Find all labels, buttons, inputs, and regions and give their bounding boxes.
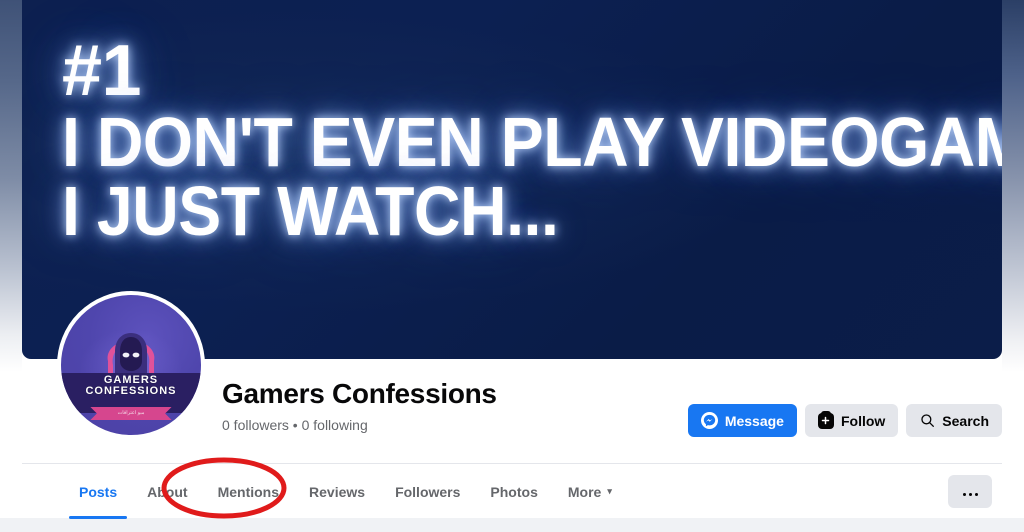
tab-more[interactable]: More ▾: [555, 464, 625, 519]
page-identity: Gamers Confessions 0 followers • 0 follo…: [222, 378, 497, 434]
tab-about[interactable]: About: [134, 464, 200, 519]
profile-picture[interactable]: GAMERS CONFESSIONS مبو اعترافات: [57, 291, 205, 439]
messenger-icon: [700, 412, 718, 429]
tab-more-label: More: [567, 483, 602, 500]
page-background-strip: [0, 518, 1024, 532]
search-icon: [919, 413, 935, 429]
page-title: Gamers Confessions: [222, 378, 497, 409]
follow-plus-icon: [817, 410, 834, 429]
chevron-down-icon: ▾: [607, 486, 612, 496]
left-gradient-strip: [0, 0, 22, 372]
tab-posts-label: Posts: [79, 483, 118, 500]
profile-logo-ribbon: مبو اعترافات: [90, 407, 172, 420]
tab-list: Posts About Mentions Reviews Followers P…: [66, 464, 629, 519]
message-button[interactable]: Message: [687, 404, 797, 437]
cover-text-line-1: #1: [62, 31, 142, 111]
facebook-page-screenshot: #1 I DON'T EVEN PLAY VIDEOGAMES, I JUST …: [0, 0, 1024, 532]
right-gradient-strip: [1002, 0, 1024, 372]
tab-photos-label: Photos: [490, 483, 538, 500]
cover-text-line-2: I DON'T EVEN PLAY VIDEOGAMES,: [62, 103, 1002, 182]
cover-photo-text: #1 I DON'T EVEN PLAY VIDEOGAMES, I JUST …: [62, 31, 1002, 250]
tab-followers[interactable]: Followers: [382, 464, 473, 519]
follow-button-label: Follow: [840, 412, 886, 429]
tab-followers-label: Followers: [395, 483, 461, 500]
page-follower-stats: 0 followers • 0 following: [222, 417, 368, 433]
tab-mentions-label: Mentions: [217, 483, 280, 500]
more-options-button[interactable]: [948, 475, 992, 508]
tab-reviews-label: Reviews: [309, 483, 366, 500]
tab-reviews[interactable]: Reviews: [296, 464, 378, 519]
tab-posts[interactable]: Posts: [66, 464, 130, 519]
search-button-label: Search: [942, 412, 989, 429]
search-button[interactable]: Search: [906, 404, 1002, 437]
tab-mentions[interactable]: Mentions: [205, 464, 292, 519]
ellipsis-icon: [962, 478, 978, 511]
message-button-label: Message: [724, 412, 784, 429]
follow-button[interactable]: Follow: [804, 404, 899, 437]
profile-logo-line-2: CONFESSIONS: [85, 385, 177, 398]
profile-picture-artwork: GAMERS CONFESSIONS مبو اعترافات: [61, 295, 201, 435]
page-action-buttons: Message Follow Search: [687, 404, 1002, 437]
tab-photos[interactable]: Photos: [477, 464, 550, 519]
profile-logo-text: GAMERS CONFESSIONS: [61, 374, 201, 398]
profile-tab-bar: Posts About Mentions Reviews Followers P…: [22, 463, 1002, 519]
tab-about-label: About: [147, 483, 188, 500]
cover-text-line-3: I JUST WATCH...: [62, 171, 559, 250]
